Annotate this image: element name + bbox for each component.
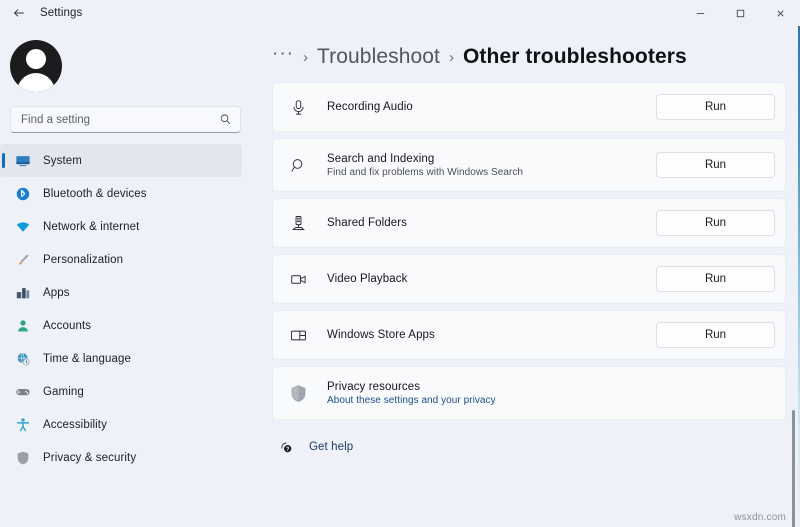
breadcrumb-overflow-button[interactable]: ··· bbox=[272, 44, 294, 71]
gamepad-icon bbox=[14, 383, 32, 401]
troubleshooter-title: Video Playback bbox=[327, 273, 656, 285]
troubleshooter-subtitle: Find and fix problems with Windows Searc… bbox=[327, 167, 656, 178]
troubleshooter-row[interactable]: Windows Store Apps Run bbox=[272, 310, 786, 360]
breadcrumb: ··· › Troubleshoot › Other troubleshoote… bbox=[272, 26, 786, 82]
sidebar-item-network-internet[interactable]: Network & internet bbox=[0, 210, 242, 243]
sidebar-item-label: System bbox=[43, 155, 82, 167]
privacy-resources-title: Privacy resources bbox=[327, 381, 775, 393]
magnifier-icon bbox=[287, 154, 309, 176]
close-button[interactable] bbox=[760, 0, 800, 26]
get-help-link[interactable]: Get help bbox=[272, 438, 786, 456]
troubleshooter-row[interactable]: Recording Audio Run bbox=[272, 82, 786, 132]
sidebar-item-label: Accessibility bbox=[43, 419, 107, 431]
sidebar-item-apps[interactable]: Apps bbox=[0, 276, 242, 309]
settings-window: Settings bbox=[0, 0, 800, 527]
breadcrumb-separator: › bbox=[449, 49, 454, 66]
troubleshooter-text: Recording Audio bbox=[327, 101, 656, 113]
window-body: System Bluetooth & devices bbox=[0, 26, 800, 527]
sidebar-item-label: Network & internet bbox=[43, 221, 139, 233]
get-help-label: Get help bbox=[309, 441, 353, 453]
sidebar-item-privacy-security[interactable]: Privacy & security bbox=[0, 441, 242, 474]
sidebar-nav: System Bluetooth & devices bbox=[0, 144, 251, 474]
avatar-body bbox=[17, 73, 55, 92]
watermark: wsxdn.com bbox=[734, 512, 786, 523]
sidebar-item-system[interactable]: System bbox=[0, 144, 242, 177]
app-title: Settings bbox=[40, 7, 82, 19]
maximize-button[interactable] bbox=[720, 0, 760, 26]
troubleshooter-title: Shared Folders bbox=[327, 217, 656, 229]
troubleshooter-row[interactable]: Search and Indexing Find and fix problem… bbox=[272, 138, 786, 192]
sidebar-item-accessibility[interactable]: Accessibility bbox=[0, 408, 242, 441]
troubleshooter-title: Search and Indexing bbox=[327, 153, 656, 165]
privacy-shield-icon bbox=[287, 382, 309, 404]
shield-icon bbox=[14, 449, 32, 467]
troubleshooter-text: Search and Indexing Find and fix problem… bbox=[327, 153, 656, 178]
sidebar-item-label: Time & language bbox=[43, 353, 131, 365]
title-bar: Settings bbox=[0, 0, 800, 26]
troubleshooter-text: Windows Store Apps bbox=[327, 329, 656, 341]
window-controls bbox=[680, 0, 800, 26]
breadcrumb-parent-link[interactable]: Troubleshoot bbox=[317, 45, 440, 69]
sidebar-item-accounts[interactable]: Accounts bbox=[0, 309, 242, 342]
globe-clock-icon bbox=[14, 350, 32, 368]
scrollbar-thumb[interactable] bbox=[792, 410, 795, 527]
troubleshooter-title: Windows Store Apps bbox=[327, 329, 656, 341]
sidebar-item-label: Accounts bbox=[43, 320, 91, 332]
back-button[interactable] bbox=[4, 2, 34, 24]
paintbrush-icon bbox=[14, 251, 32, 269]
accessibility-icon bbox=[14, 416, 32, 434]
help-icon bbox=[277, 438, 295, 456]
troubleshooter-text: Shared Folders bbox=[327, 217, 656, 229]
wifi-icon bbox=[14, 218, 32, 236]
privacy-resources-text: Privacy resources About these settings a… bbox=[327, 381, 775, 406]
main-scrollbar[interactable] bbox=[790, 52, 798, 527]
search-box[interactable] bbox=[10, 106, 241, 133]
main-content: ··· › Troubleshoot › Other troubleshoote… bbox=[251, 26, 800, 527]
search-icon bbox=[219, 113, 232, 126]
breadcrumb-separator: › bbox=[303, 49, 308, 66]
store-apps-icon bbox=[287, 324, 309, 346]
privacy-resources-row[interactable]: Privacy resources About these settings a… bbox=[272, 366, 786, 420]
account-section[interactable] bbox=[0, 26, 251, 92]
shared-folders-icon bbox=[287, 212, 309, 234]
troubleshooter-row[interactable]: Video Playback Run bbox=[272, 254, 786, 304]
troubleshooter-list: Recording Audio Run Search and Indexing … bbox=[272, 82, 786, 420]
monitor-icon bbox=[14, 152, 32, 170]
sidebar-item-gaming[interactable]: Gaming bbox=[0, 375, 242, 408]
minimize-button[interactable] bbox=[680, 0, 720, 26]
sidebar-item-label: Apps bbox=[43, 287, 70, 299]
run-button[interactable]: Run bbox=[656, 322, 775, 348]
person-icon bbox=[14, 317, 32, 335]
run-button[interactable]: Run bbox=[656, 266, 775, 292]
run-button[interactable]: Run bbox=[656, 152, 775, 178]
bluetooth-icon bbox=[14, 185, 32, 203]
page-title: Other troubleshooters bbox=[463, 45, 687, 69]
avatar[interactable] bbox=[10, 40, 62, 92]
privacy-resources-link[interactable]: About these settings and your privacy bbox=[327, 395, 775, 406]
search-input[interactable] bbox=[21, 114, 219, 126]
avatar-head bbox=[26, 49, 46, 69]
sidebar-item-label: Personalization bbox=[43, 254, 123, 266]
troubleshooter-text: Video Playback bbox=[327, 273, 656, 285]
sidebar-item-label: Bluetooth & devices bbox=[43, 188, 147, 200]
run-button[interactable]: Run bbox=[656, 210, 775, 236]
troubleshooter-row[interactable]: Shared Folders Run bbox=[272, 198, 786, 248]
apps-icon bbox=[14, 284, 32, 302]
microphone-icon bbox=[287, 96, 309, 118]
sidebar-item-time-language[interactable]: Time & language bbox=[0, 342, 242, 375]
video-camera-icon bbox=[287, 268, 309, 290]
sidebar-item-personalization[interactable]: Personalization bbox=[0, 243, 242, 276]
sidebar-item-label: Privacy & security bbox=[43, 452, 136, 464]
sidebar: System Bluetooth & devices bbox=[0, 26, 251, 527]
sidebar-item-label: Gaming bbox=[43, 386, 84, 398]
run-button[interactable]: Run bbox=[656, 94, 775, 120]
sidebar-item-bluetooth-devices[interactable]: Bluetooth & devices bbox=[0, 177, 242, 210]
troubleshooter-title: Recording Audio bbox=[327, 101, 656, 113]
